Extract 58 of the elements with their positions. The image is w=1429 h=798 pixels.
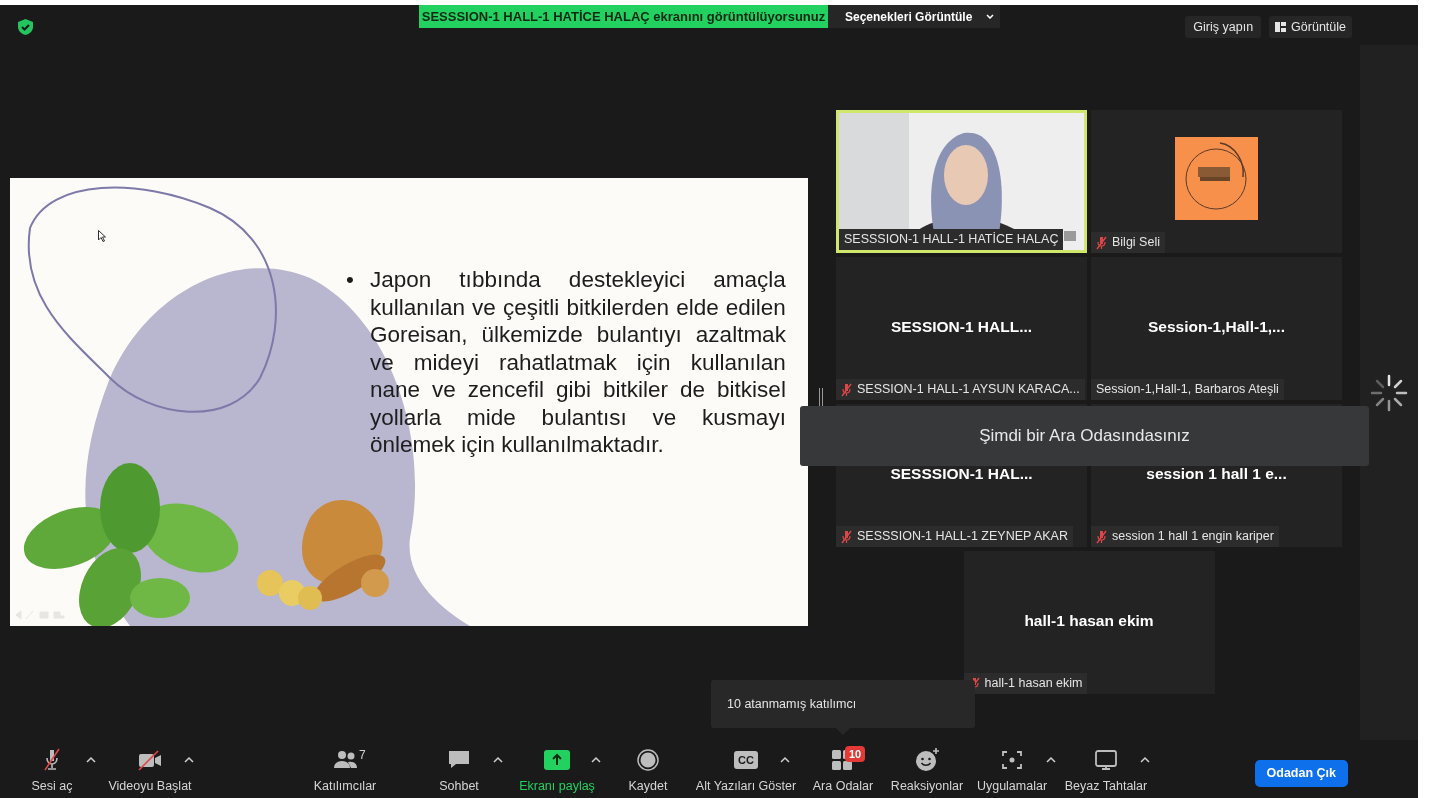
participant-count: 7: [359, 747, 366, 764]
toolbar-button[interactable]: 10 Ara Odalar: [812, 748, 874, 796]
muted-mic-icon: [841, 529, 852, 544]
view-button[interactable]: Görüntüle: [1269, 16, 1352, 38]
toolbar-button[interactable]: Sohbet: [439, 748, 479, 796]
display-name: session 1 hall 1 e...: [1145, 464, 1288, 484]
toolbar-button[interactable]: CC Alt Yazıları Göster: [695, 748, 797, 796]
name-label: session 1 hall 1 engin kariper: [1091, 526, 1279, 547]
display-name: SESSION-1 HALL...: [889, 317, 1034, 337]
whiteboard-icon: [1094, 748, 1118, 772]
name-label: Bilgi Seli: [1091, 232, 1165, 253]
toolbar-button[interactable]: Kaydet: [628, 748, 668, 796]
name-label: SESSION-1 HALL-1 AYSUN KARACA...: [836, 379, 1085, 400]
name-label: hall-1 hasan ekim: [963, 673, 1088, 694]
view-options-dropdown[interactable]: Seçenekleri Görüntüle: [828, 5, 1000, 28]
bullet-marker: •: [346, 266, 354, 294]
loading-spinner-icon: [1370, 373, 1408, 412]
tooltip-text: 10 atanmamış katılımcı: [727, 695, 857, 713]
toolbar-button[interactable]: Sesi aç: [31, 748, 73, 796]
layout-icon: [1275, 22, 1287, 32]
display-name: hall-1 hasan ekim: [1023, 611, 1155, 631]
share-banner: SESSSION-1 HALL-1 HATİCE HALAÇ ekranını görüntülüyorsunuz: [419, 5, 828, 28]
muted-mic-icon: [1096, 529, 1107, 544]
chevron-down-icon: [986, 14, 995, 19]
display-name: Session-1,Hall-1,...: [1147, 317, 1286, 337]
toolbar-button[interactable]: 7 Katılımcılar: [313, 748, 377, 796]
toolbar-button[interactable]: Ekranı paylaş: [519, 748, 595, 796]
captions-icon: CC: [734, 751, 758, 769]
caret-icon[interactable]: [184, 756, 194, 764]
sign-in-button[interactable]: Giriş yapın: [1185, 16, 1262, 38]
share-screen-icon: [544, 748, 570, 772]
apps-icon: [1000, 748, 1024, 772]
caret-icon[interactable]: [780, 756, 790, 764]
caret-icon[interactable]: [591, 756, 601, 764]
leave-room-button[interactable]: Odadan Çık: [1254, 760, 1348, 787]
caret-icon[interactable]: [1140, 756, 1150, 764]
record-icon: [636, 748, 660, 772]
toolbar-button[interactable]: Beyaz Tahtalar: [1064, 748, 1148, 796]
caret-icon[interactable]: [493, 756, 503, 764]
slide-paragraph: Japon tıbbında destekleyici amaçla kullanılan ve çeşitli bitkilerden elde edilen Goreisan, ülkemizde bulantıyı azaltmak ve mideyi rahatlatmak için kullanılan nane ve zencefil gibi bitkiler de bitkisel yollarla mide bulantısı ve kusmayı önlemek için kullanılmaktadır.: [369, 266, 786, 459]
display-name: SESSSION-1 HAL...: [889, 464, 1034, 484]
toolbar-button[interactable]: Uygulamalar: [976, 748, 1048, 796]
smiley-plus-icon: [915, 748, 939, 772]
cursor-icon: [98, 230, 106, 242]
caret-icon[interactable]: [86, 756, 96, 764]
name-label: SESSSION-1 HALL-1 ZEYNEP AKAR: [836, 526, 1073, 547]
toolbar-button[interactable]: Reaksiyonlar: [890, 748, 964, 796]
shield-icon[interactable]: [18, 19, 33, 35]
name-label: SESSSION-1 HALL-1 HATİCE HALAÇ: [839, 229, 1064, 250]
caret-icon[interactable]: [1046, 756, 1056, 764]
toolbar-button[interactable]: Videoyu Başlat: [108, 748, 192, 796]
crossed-camera-icon: [137, 748, 163, 772]
muted-mic-icon: [841, 382, 852, 397]
resize-handle[interactable]: [819, 387, 823, 408]
count-badge: 10: [845, 746, 866, 762]
name-label: Session-1,Hall-1, Barbaros Ateşli: [1091, 379, 1284, 400]
notification-banner: Şimdi bir Ara Odasındasınız: [800, 406, 1369, 466]
muted-mic-icon: [1096, 235, 1107, 250]
